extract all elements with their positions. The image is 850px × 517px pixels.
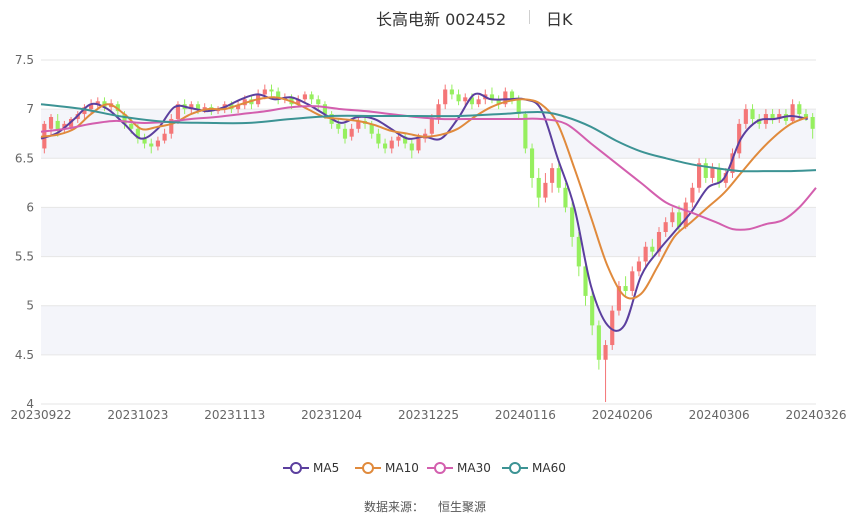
candle-body — [536, 177, 541, 198]
candle-body — [683, 202, 688, 228]
legend-marker-ma30 — [427, 462, 453, 474]
candle-body — [797, 104, 802, 115]
candle-body — [383, 143, 388, 149]
y-tick-label: 5.5 — [15, 250, 34, 264]
candle-body — [743, 109, 748, 124]
x-tick-label: 20231113 — [204, 408, 265, 422]
y-tick-label: 5 — [26, 299, 34, 313]
legend-item-ma30[interactable]: MA30 — [427, 459, 491, 477]
legend-label-ma60: MA60 — [532, 461, 566, 475]
candle-body — [349, 128, 354, 137]
candle-body — [643, 246, 648, 262]
candle-body — [690, 187, 695, 203]
y-tick-label: 7.5 — [15, 53, 34, 67]
y-axis-ticks: 44.555.566.577.5 — [15, 53, 34, 411]
x-tick-label: 20240206 — [592, 408, 653, 422]
x-axis-ticks: 20230922 20231023 20231113 20231204 20231225… — [10, 408, 846, 422]
candle-body — [636, 261, 642, 272]
candle-body — [463, 97, 468, 102]
candle-body — [316, 99, 321, 105]
candle-body — [697, 163, 702, 188]
candle-body — [162, 133, 167, 141]
candle-body — [590, 295, 595, 326]
y-tick-label: 4.5 — [15, 348, 34, 362]
candle-body — [810, 117, 815, 129]
candle-body — [309, 94, 314, 100]
candlestick-chart: 44.555.566.577.5 20230922 20231023 2023111… — [10, 53, 846, 422]
candle-body — [342, 128, 348, 139]
candle-body — [543, 182, 548, 198]
legend-marker-ma10 — [355, 462, 381, 474]
candle-body — [703, 163, 708, 178]
candle-body — [376, 133, 381, 144]
candle-body — [262, 89, 267, 95]
candle-body — [456, 94, 461, 102]
x-tick-label: 20240326 — [785, 408, 846, 422]
candle-body — [149, 143, 154, 147]
legend-marker-ma5 — [283, 462, 309, 474]
candle-body — [650, 246, 655, 252]
candle-body — [429, 118, 434, 134]
y-tick-label: 6 — [26, 200, 34, 214]
candle-body — [630, 271, 635, 291]
candle-body — [476, 99, 481, 105]
data-source: 数据来源： 恒生聚源 — [0, 498, 850, 515]
candle-body — [596, 325, 601, 360]
candle-body — [576, 236, 581, 267]
candle-body — [302, 94, 307, 100]
candle-body — [663, 222, 668, 232]
candle-body — [556, 168, 561, 188]
legend-item-ma5[interactable]: MA5 — [283, 459, 339, 477]
candle-body — [603, 345, 608, 360]
candle-body — [409, 143, 414, 151]
candle-body — [529, 148, 535, 178]
candle-body — [790, 104, 795, 121]
legend-label-ma5: MA5 — [313, 461, 340, 475]
source-label: 数据来源： — [363, 500, 424, 514]
candle-body — [563, 187, 568, 208]
candle-body — [389, 140, 394, 149]
candle-body — [269, 89, 274, 92]
x-tick-label: 20240116 — [495, 408, 556, 422]
x-tick-label: 20231225 — [398, 408, 459, 422]
candle-body — [129, 123, 134, 129]
x-tick-label: 20231204 — [301, 408, 362, 422]
source-value: 恒生聚源 — [438, 500, 487, 514]
candle-body — [710, 168, 715, 178]
candle-body — [550, 168, 555, 183]
grid-band — [41, 305, 816, 355]
candle-body — [750, 109, 755, 119]
candle-body — [155, 140, 160, 147]
legend: MA5 MA10 MA30 MA60 — [0, 459, 850, 477]
legend-label-ma10: MA10 — [385, 461, 419, 475]
x-tick-label: 20230922 — [10, 408, 71, 422]
legend-item-ma10[interactable]: MA10 — [355, 459, 419, 477]
candle-body — [48, 117, 54, 129]
candle-body — [443, 89, 448, 105]
candle-body — [449, 89, 454, 95]
candle-body — [570, 207, 575, 237]
y-tick-label: 6.5 — [15, 151, 34, 165]
candle-body — [416, 138, 421, 151]
legend-label-ma30: MA30 — [457, 461, 491, 475]
x-tick-label: 20240306 — [689, 408, 750, 422]
x-tick-label: 20231023 — [107, 408, 168, 422]
candle-body — [396, 136, 401, 141]
legend-item-ma60[interactable]: MA60 — [502, 459, 566, 477]
candle-body — [336, 123, 341, 129]
legend-marker-ma60 — [502, 462, 528, 474]
candle-body — [623, 286, 628, 291]
y-tick-label: 7 — [26, 102, 34, 116]
candle-body — [670, 212, 675, 223]
